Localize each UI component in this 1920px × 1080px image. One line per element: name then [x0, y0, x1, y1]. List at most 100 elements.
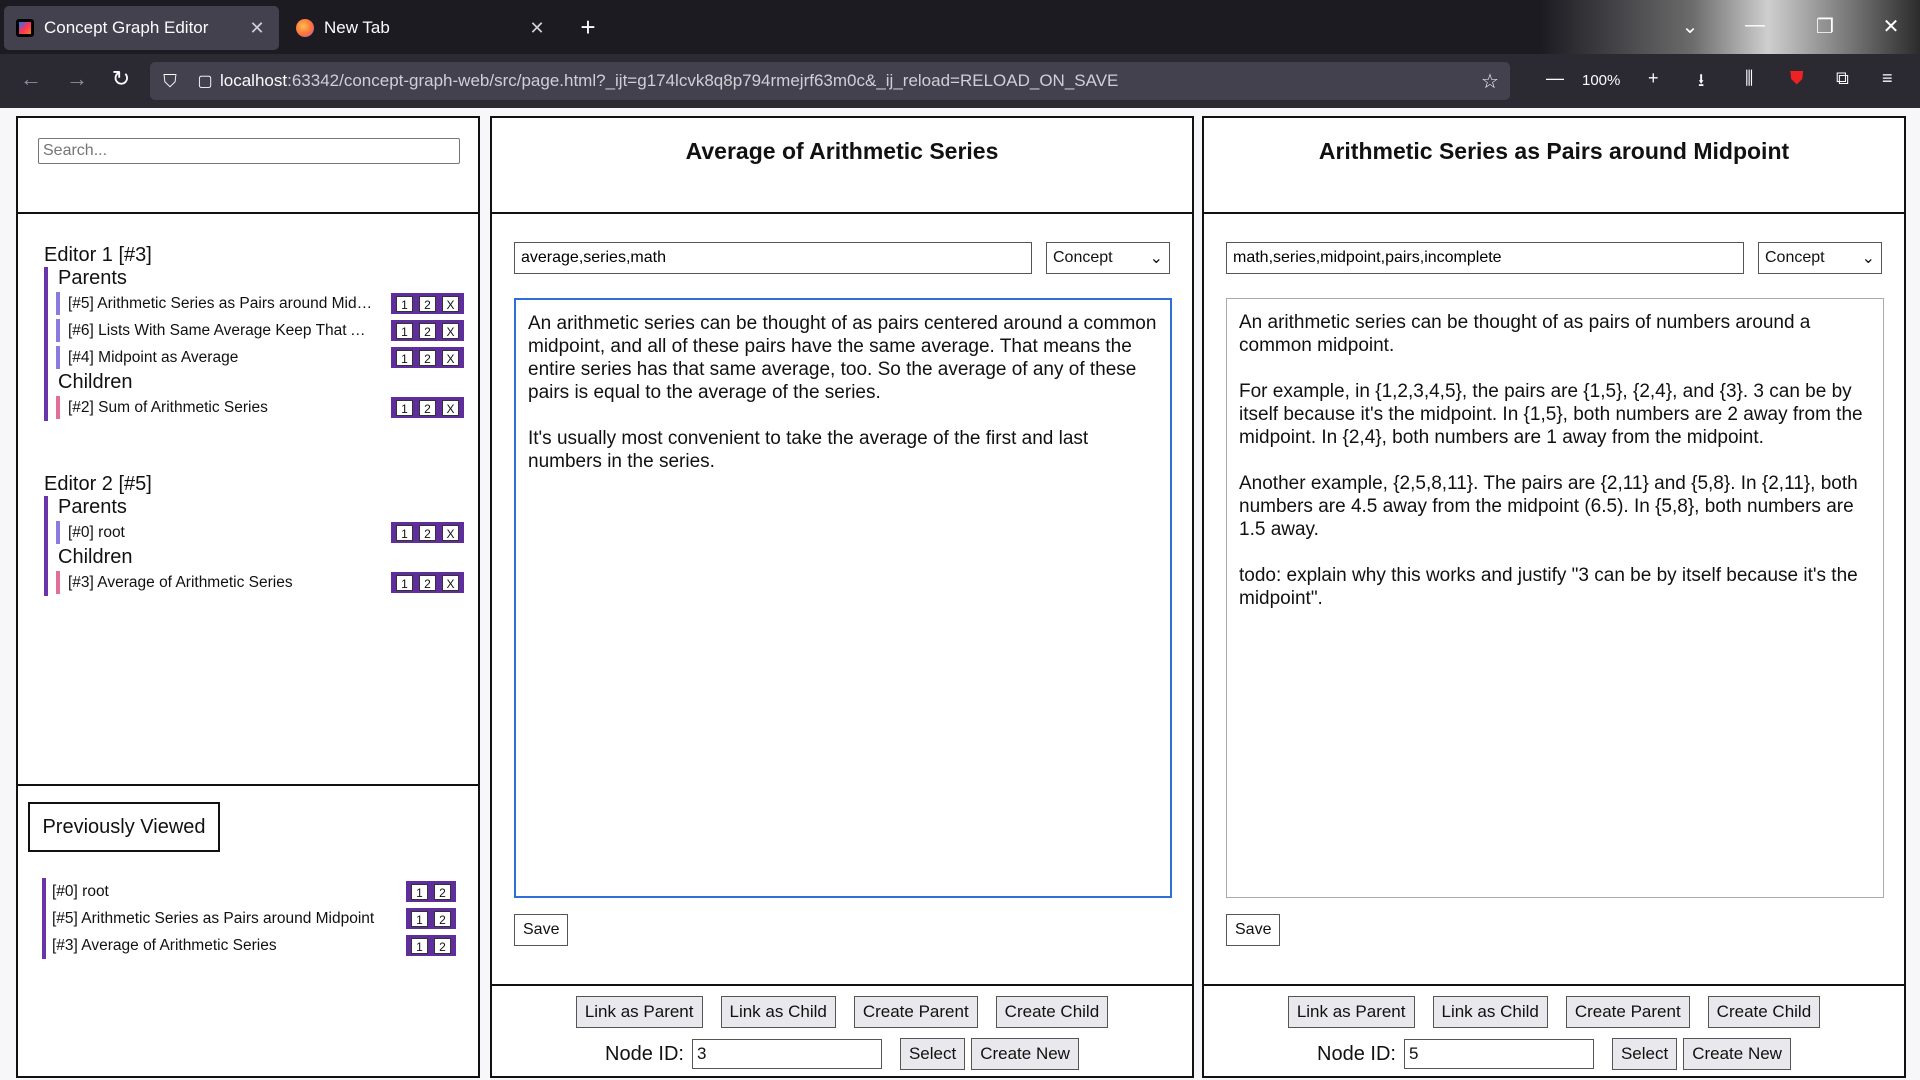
history-item-label[interactable]: [#5] Arithmetic Series as Pairs around M…: [52, 910, 397, 928]
unlink-button[interactable]: X: [442, 399, 459, 416]
link-as-child-button[interactable]: Link as Child: [1432, 996, 1548, 1028]
reload-icon[interactable]: ↻: [106, 66, 136, 92]
forward-icon[interactable]: →: [62, 66, 92, 92]
unlink-button[interactable]: X: [442, 524, 459, 541]
node-id-input[interactable]: 3: [691, 1039, 882, 1069]
child-item-label[interactable]: [#3] Average of Arithmetic Series: [68, 574, 373, 592]
window-decoration: ⌄ — ❐ ✕: [1540, 0, 1920, 54]
open-in-editor-1-button[interactable]: 1: [411, 883, 428, 900]
bookmark-star-icon[interactable]: ☆: [1470, 69, 1510, 94]
item-buttons: 12X: [391, 572, 464, 593]
browser-nav-bar: ← → ↻ ⛉ ▢ localhost:63342/concept-graph-…: [0, 54, 1920, 108]
open-in-editor-1-button[interactable]: 1: [396, 322, 413, 339]
restore-icon[interactable]: ❐: [1810, 14, 1840, 39]
tags-input[interactable]: [1226, 242, 1744, 274]
zoom-in-icon[interactable]: +: [1648, 68, 1659, 89]
create-child-button[interactable]: Create Child: [1707, 996, 1821, 1028]
open-in-editor-1-button[interactable]: 1: [411, 910, 428, 927]
unlink-button[interactable]: X: [442, 322, 459, 339]
history-item-label[interactable]: [#3] Average of Arithmetic Series: [52, 937, 397, 955]
open-in-editor-2-button[interactable]: 2: [419, 574, 436, 591]
extensions-icon[interactable]: ⧉: [1836, 68, 1849, 89]
type-select[interactable]: Concept ⌄: [1758, 242, 1882, 274]
open-in-editor-2-button[interactable]: 2: [434, 937, 451, 954]
select-button[interactable]: Select: [1611, 1038, 1678, 1070]
ublock-icon[interactable]: ⛊: [1790, 68, 1804, 89]
parent-item[interactable]: [#0] root 12X: [56, 519, 464, 546]
node-id-row: Node ID: 3 Select Create New: [492, 1038, 1192, 1070]
select-button[interactable]: Select: [899, 1038, 966, 1070]
download-icon[interactable]: ⭳: [1698, 68, 1704, 98]
item-buttons: 12X: [391, 522, 464, 543]
type-select-value: Concept: [1765, 249, 1825, 266]
node-id-input[interactable]: 5: [1403, 1039, 1594, 1069]
link-as-parent-button[interactable]: Link as Parent: [575, 996, 703, 1028]
parent-item[interactable]: [#5] Arithmetic Series as Pairs around M…: [56, 290, 464, 317]
close-window-icon[interactable]: ✕: [1876, 14, 1906, 39]
minimize-icon[interactable]: —: [1740, 14, 1770, 37]
zoom-level[interactable]: 100%: [1574, 66, 1628, 96]
search-input[interactable]: [38, 138, 460, 164]
back-icon[interactable]: ←: [16, 66, 46, 92]
unlink-button[interactable]: X: [442, 295, 459, 312]
open-in-editor-2-button[interactable]: 2: [419, 295, 436, 312]
chevron-down-icon: ⌄: [1149, 250, 1163, 267]
create-parent-button[interactable]: Create Parent: [1565, 996, 1690, 1028]
parent-item[interactable]: [#6] Lists With Same Average Keep That A…: [56, 317, 464, 344]
child-item[interactable]: [#3] Average of Arithmetic Series 12X: [56, 569, 464, 596]
create-new-button[interactable]: Create New: [1683, 1038, 1791, 1070]
unlink-button[interactable]: X: [442, 349, 459, 366]
child-item-label[interactable]: [#2] Sum of Arithmetic Series: [68, 399, 373, 417]
link-as-parent-button[interactable]: Link as Parent: [1287, 996, 1415, 1028]
shield-icon[interactable]: ⛉: [150, 71, 190, 92]
create-new-button[interactable]: Create New: [971, 1038, 1079, 1070]
save-button[interactable]: Save: [1226, 914, 1281, 946]
open-in-editor-1-button[interactable]: 1: [396, 574, 413, 591]
new-tab-button[interactable]: +: [576, 12, 600, 43]
close-tab-icon[interactable]: ✕: [527, 18, 547, 39]
url-bar[interactable]: ⛉ ▢ localhost:63342/concept-graph-web/sr…: [150, 62, 1510, 100]
open-in-editor-1-button[interactable]: 1: [396, 349, 413, 366]
tab-list-icon[interactable]: ⌄: [1675, 14, 1705, 39]
parent-item-label[interactable]: [#6] Lists With Same Average Keep That A…: [68, 322, 373, 340]
tags-input[interactable]: [514, 242, 1032, 274]
tab-concept-graph-editor[interactable]: Concept Graph Editor ✕: [4, 6, 279, 50]
save-button[interactable]: Save: [514, 914, 569, 946]
open-in-editor-2-button[interactable]: 2: [434, 910, 451, 927]
link-as-child-button[interactable]: Link as Child: [720, 996, 836, 1028]
history-item[interactable]: [#5] Arithmetic Series as Pairs around M…: [46, 905, 462, 932]
open-in-editor-2-button[interactable]: 2: [419, 524, 436, 541]
library-icon[interactable]: ⫼: [1745, 68, 1753, 89]
child-item[interactable]: [#2] Sum of Arithmetic Series 12X: [56, 394, 464, 421]
open-in-editor-2-button[interactable]: 2: [419, 349, 436, 366]
history-item[interactable]: [#3] Average of Arithmetic Series 12: [46, 932, 462, 959]
parent-item-label[interactable]: [#4] Midpoint as Average: [68, 349, 373, 367]
open-in-editor-2-button[interactable]: 2: [419, 399, 436, 416]
zoom-out-icon[interactable]: —: [1546, 68, 1564, 89]
tab-new-tab[interactable]: New Tab ✕: [284, 6, 559, 50]
create-child-button[interactable]: Create Child: [995, 996, 1109, 1028]
open-in-editor-1-button[interactable]: 1: [411, 937, 428, 954]
open-in-editor-2-button[interactable]: 2: [419, 322, 436, 339]
unlink-button[interactable]: X: [442, 574, 459, 591]
type-select[interactable]: Concept ⌄: [1046, 242, 1170, 274]
content-textarea[interactable]: An arithmetic series can be thought of a…: [514, 298, 1172, 898]
history-item[interactable]: [#0] root 12: [46, 878, 462, 905]
history-item-label[interactable]: [#0] root: [52, 883, 397, 901]
close-tab-icon[interactable]: ✕: [247, 18, 267, 39]
page-icon[interactable]: ▢: [190, 71, 220, 91]
url-text[interactable]: localhost:63342/concept-graph-web/src/pa…: [220, 71, 1470, 91]
create-parent-button[interactable]: Create Parent: [853, 996, 978, 1028]
open-in-editor-2-button[interactable]: 2: [434, 883, 451, 900]
menu-icon[interactable]: ≡: [1882, 68, 1893, 89]
open-in-editor-1-button[interactable]: 1: [396, 524, 413, 541]
open-in-editor-1-button[interactable]: 1: [396, 399, 413, 416]
parent-item-label[interactable]: [#5] Arithmetic Series as Pairs around M…: [68, 295, 373, 313]
parents-label: Parents: [58, 267, 127, 289]
item-buttons: 12X: [391, 320, 464, 341]
parent-item-label[interactable]: [#0] root: [68, 524, 373, 542]
open-in-editor-1-button[interactable]: 1: [396, 295, 413, 312]
parent-item[interactable]: [#4] Midpoint as Average 12X: [56, 344, 464, 371]
content-textarea[interactable]: An arithmetic series can be thought of a…: [1226, 298, 1884, 898]
child-marker: [56, 396, 60, 419]
